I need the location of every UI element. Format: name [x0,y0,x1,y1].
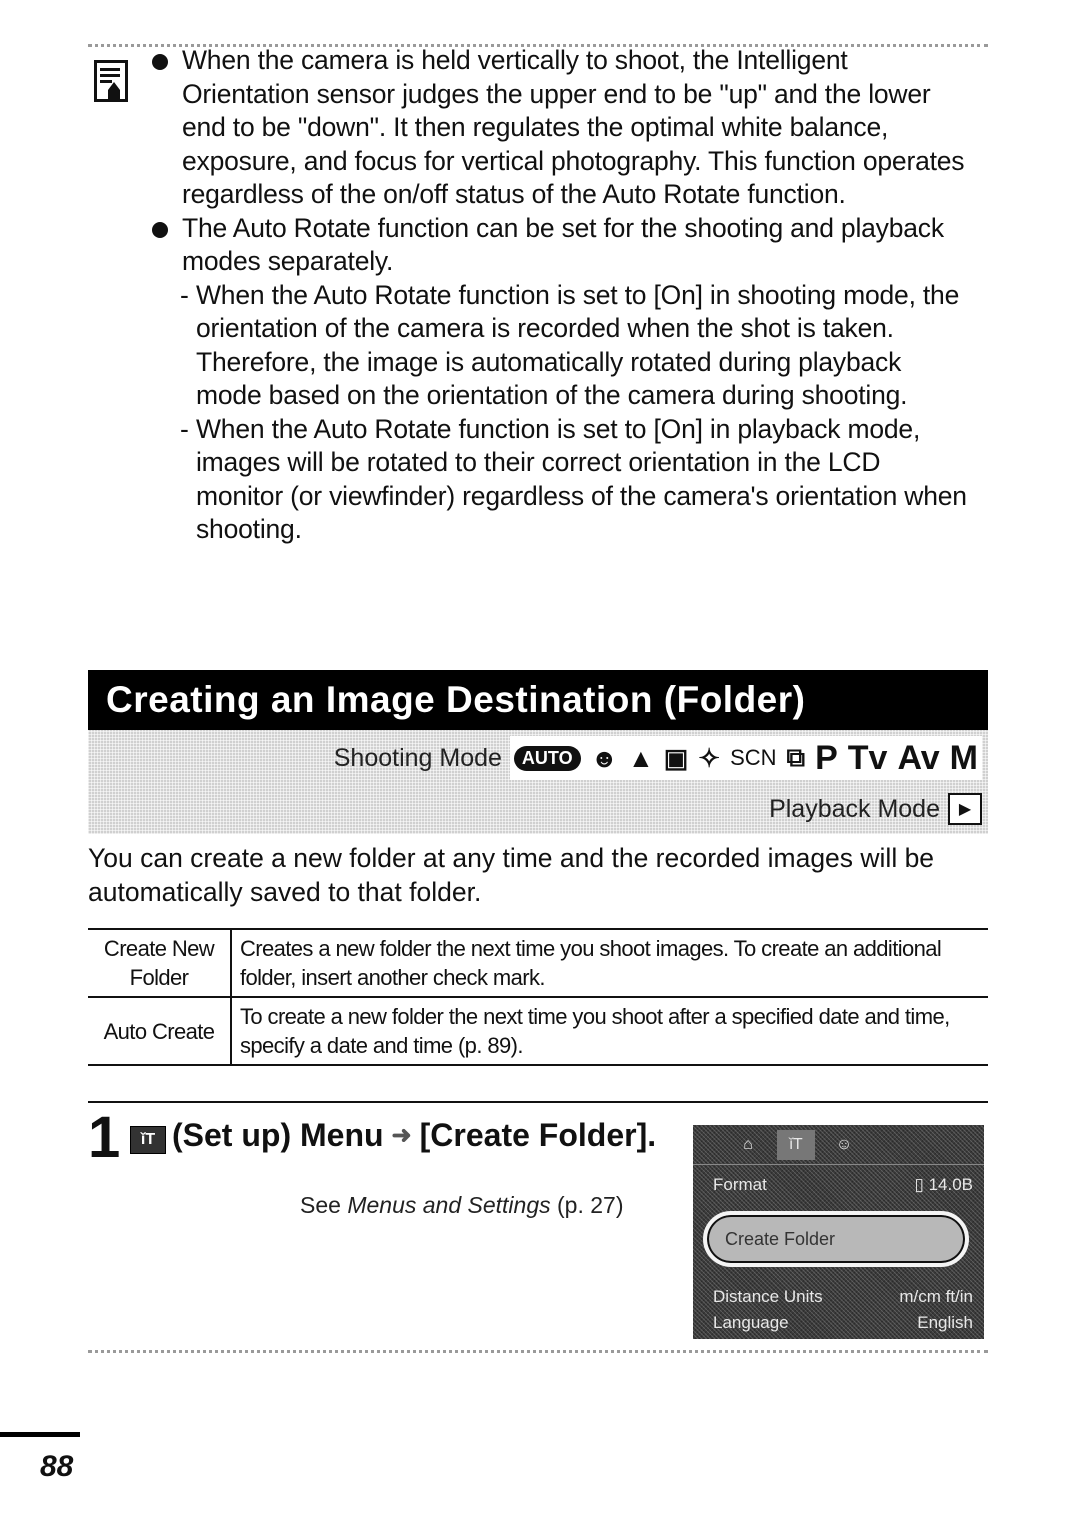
auto-mode-icon: AUTO [513,745,581,771]
step-title: ǐT (Set up) Menu ➜ [Create Folder]. [130,1116,690,1155]
page-number: 88 [40,1450,74,1483]
playback-icon: ▶ [948,793,982,825]
page-number-rule [0,1432,80,1437]
my-camera-tab-icon: ☺ [835,1135,853,1153]
arrow-right-icon: ➜ [391,1122,412,1149]
note-bullet-text: The Auto Rotate function can be set for … [182,212,944,277]
table-term: Create New Folder [88,929,232,997]
setup-menu-icon: ǐT [130,1126,166,1154]
manual-mode-icon: M [949,738,978,777]
note-sub-text: When the Auto Rotate function is set to … [196,279,960,411]
note-bullet: When the camera is held vertically to sh… [150,44,970,212]
lcd-menu-row: Language English [713,1313,973,1332]
intro-paragraph: You can create a new folder at any time … [88,843,935,907]
table-row: Create New Folder Creates a new folder t… [88,929,988,997]
setup-tab-icon: ǐT [777,1129,815,1160]
step-reference: See Menus and Settings (p. 27) [300,1192,624,1218]
lcd-menu-tabs: ⌂ ǐT ☺ [693,1125,984,1165]
note-bullet: The Auto Rotate function can be set for … [150,212,970,279]
notes-block: When the camera is held vertically to sh… [150,44,970,547]
mode-availability-panel: Shooting Mode AUTO ☻ ▲ ▣ ✧ SCN ⧉ P Tv Av… [88,730,988,834]
step-divider [88,1101,988,1103]
note-sub-item: - When the Auto Rotate function is set t… [180,413,967,545]
lcd-menu-row: Distance Units m/cm ft/in [713,1287,973,1306]
shooting-mode-icons: AUTO ☻ ▲ ▣ ✧ SCN ⧉ P Tv Av M [509,736,982,780]
note-bullet-text: When the camera is held vertically to sh… [182,45,965,209]
landscape-mode-icon: ▲ [627,742,654,773]
step-title-part2: [Create Folder]. [419,1117,657,1153]
lcd-menu-screenshot: ⌂ ǐT ☺ Format ▯ 14.0B Create Folder Dist… [693,1125,984,1339]
shooting-mode-label: Shooting Mode [333,743,502,772]
night-scene-mode-icon: ▣ [663,742,689,773]
playback-mode-label: Playback Mode [769,794,940,823]
program-mode-icon: P [815,738,838,777]
note-sub-item: - When the Auto Rotate function is set t… [180,279,960,411]
table-row: Auto Create To create a new folder the n… [88,997,988,1065]
shooting-mode-row: Shooting Mode AUTO ☻ ▲ ▣ ✧ SCN ⧉ P Tv Av… [333,736,982,780]
step-number: 1 [88,1105,121,1170]
memo-pencil-icon [94,60,128,102]
sports-mode-icon: ✧ [698,742,721,773]
shutter-priority-icon: Tv [847,738,888,777]
camera-tab-icon: ⌂ [743,1135,753,1153]
aperture-priority-icon: Av [897,738,940,777]
scene-mode-icon: SCN [730,745,777,770]
function-table: Create New Folder Creates a new folder t… [88,928,988,1066]
step-title-part1: (Set up) Menu [172,1117,384,1153]
table-term: Auto Create [88,997,232,1065]
bottom-dotted-rule [88,1350,988,1353]
section-title: Creating an Image Destination (Folder) [88,670,988,730]
reference-link[interactable]: Menus and Settings [347,1192,550,1218]
lcd-menu-row-selected: Create Folder [703,1211,969,1267]
portrait-mode-icon: ☻ [590,742,618,773]
table-description: Creates a new folder the next time you s… [240,936,942,990]
playback-mode-row: Playback Mode ▶ [769,790,982,828]
lcd-menu-row: Format ▯ 14.0B [713,1175,973,1194]
stitch-assist-icon: ⧉ [786,742,806,772]
note-sub-text: When the Auto Rotate function is set to … [196,413,967,545]
table-description: To create a new folder the next time you… [240,1004,950,1058]
